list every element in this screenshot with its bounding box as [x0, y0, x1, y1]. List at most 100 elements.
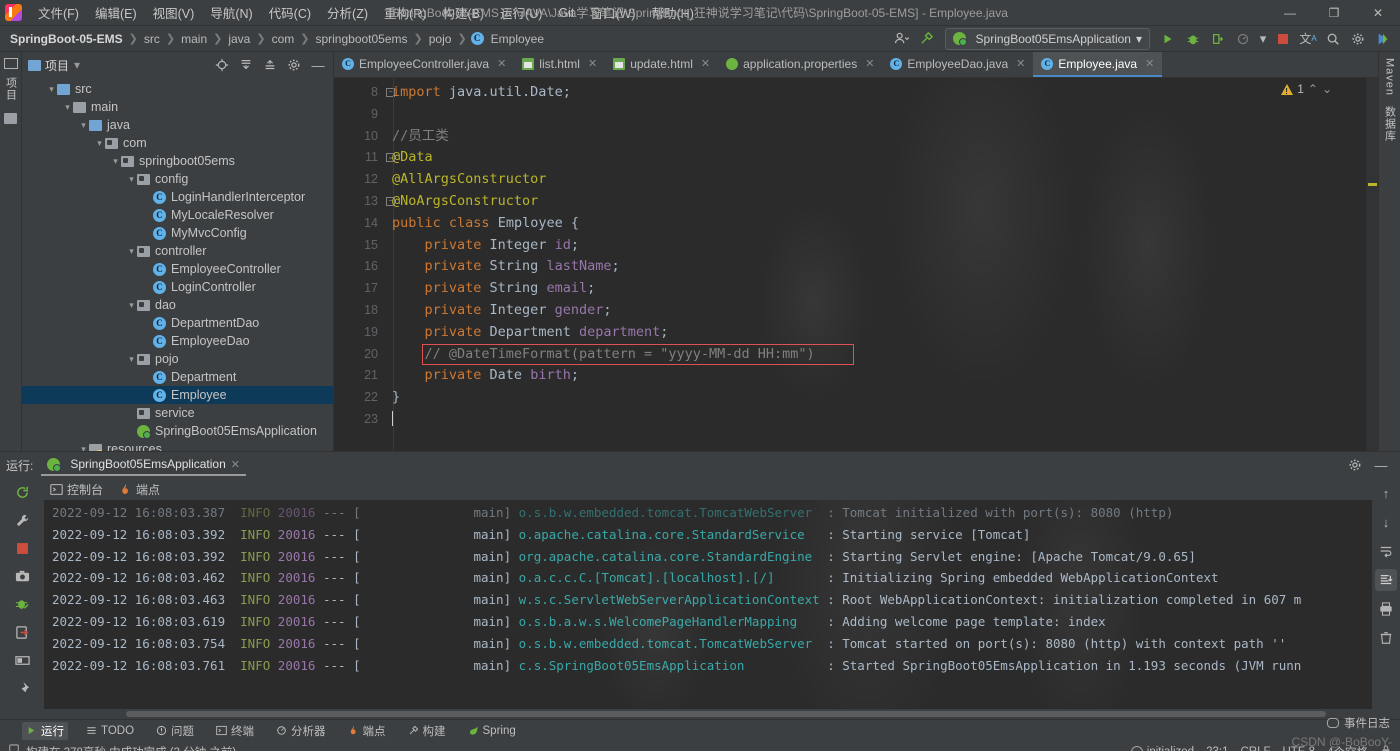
chevron-down-icon[interactable]: ▾ [126, 300, 137, 311]
code-line[interactable]: import java.util.Date; [386, 82, 1378, 104]
code-line[interactable]: @NoArgsConstructor [386, 191, 1378, 213]
tree-node-dao[interactable]: ▾ dao [22, 296, 333, 314]
close-icon[interactable]: ✕ [865, 57, 874, 70]
tree-node-loginhandlerinterceptor[interactable]: C LoginHandlerInterceptor [22, 188, 333, 206]
breadcrumb-com[interactable]: com [270, 32, 297, 46]
tab-endpoints[interactable]: 端点 [119, 481, 160, 498]
menu-item-run[interactable]: 运行(U) [492, 0, 550, 25]
close-icon[interactable]: ✕ [497, 57, 506, 70]
chevron-down-icon[interactable]: ▾ [126, 354, 137, 365]
lock-icon[interactable] [1380, 744, 1392, 751]
tree-node-service[interactable]: service [22, 404, 333, 422]
ide-feature-icon[interactable] [1372, 28, 1394, 50]
menu-item-help[interactable]: 帮助(H) [644, 0, 702, 25]
tree-node-config[interactable]: ▾ config [22, 170, 333, 188]
console-horizontal-scrollbar[interactable] [44, 709, 1372, 719]
menu-item-code[interactable]: 代码(C) [261, 0, 319, 25]
settings-gear-icon[interactable] [1344, 454, 1366, 476]
editor-tab-employeedao-java[interactable]: C EmployeeDao.java ✕ [882, 52, 1033, 77]
code-line[interactable] [386, 409, 1378, 431]
menu-item-view[interactable]: 视图(V) [145, 0, 203, 25]
tool-window-问题[interactable]: 问题 [152, 722, 198, 740]
minimize-button[interactable]: — [1268, 0, 1312, 26]
tree-node-employeedao[interactable]: C EmployeeDao [22, 332, 333, 350]
tree-node-mymvcconfig[interactable]: C MyMvcConfig [22, 224, 333, 242]
file-encoding[interactable]: UTF-8 [1283, 746, 1316, 751]
hide-panel-icon[interactable]: — [1370, 454, 1392, 476]
layout-icon[interactable] [11, 649, 33, 671]
code-line[interactable]: } [386, 387, 1378, 409]
export-icon[interactable] [11, 621, 33, 643]
code-line[interactable]: private Integer id; [386, 235, 1378, 257]
rerun-icon[interactable] [11, 481, 33, 503]
code-editor[interactable]: 8− 9 10 11 ⌄ 12 13− 14 15 16 17 18 19 20 21 22 23 import… [334, 78, 1378, 451]
chevron-down-icon[interactable]: ▾ [46, 84, 57, 95]
tree-node-main[interactable]: ▾ main [22, 98, 333, 116]
code-text[interactable]: import java.util.Date; //员工类 @Data @AllArgs… [386, 78, 1378, 451]
breadcrumb-main[interactable]: main [179, 32, 209, 46]
tree-node-logincontroller[interactable]: C LoginController [22, 278, 333, 296]
initialized-status[interactable]: initialized [1130, 746, 1194, 751]
caret-position[interactable]: 23:1 [1206, 746, 1228, 751]
settings-gear-icon[interactable] [1347, 28, 1369, 50]
editor-marker-strip[interactable] [1366, 78, 1378, 451]
close-button[interactable]: ✕ [1356, 0, 1400, 26]
inspection-widget[interactable]: 1 ⌃ ⌄ [1281, 82, 1332, 96]
menu-item-window[interactable]: 窗口(W) [582, 0, 643, 25]
tree-node-src[interactable]: ▾ src [22, 80, 333, 98]
build-hammer-icon[interactable] [916, 28, 938, 50]
menu-item-refactor[interactable]: 重构(R) [376, 0, 434, 25]
tree-node-departmentdao[interactable]: C DepartmentDao [22, 314, 333, 332]
run-coverage-icon[interactable] [1207, 28, 1229, 50]
tree-node-springboot05ems[interactable]: ▾ springboot05ems [22, 152, 333, 170]
maximize-button[interactable]: ❐ [1312, 0, 1356, 26]
right-rail-label-database[interactable]: 数据库 [1382, 106, 1398, 142]
editor-tab-employee-java[interactable]: C Employee.java ✕ [1033, 52, 1163, 77]
hide-panel-icon[interactable]: — [307, 54, 329, 76]
debug-attach-icon[interactable] [11, 593, 33, 615]
scroll-down-icon[interactable]: ↓ [1375, 511, 1397, 533]
tool-window-端点[interactable]: 端点 [344, 722, 390, 740]
tree-node-resources[interactable]: ▾ resources [22, 440, 333, 451]
wrench-icon[interactable] [11, 509, 33, 531]
line-separator[interactable]: CRLF [1240, 746, 1270, 751]
tree-node-springboot05emsapplication[interactable]: SpringBoot05EmsApplication [22, 422, 333, 440]
tree-node-department[interactable]: C Department [22, 368, 333, 386]
breadcrumb-pojo[interactable]: pojo [427, 32, 454, 46]
tool-window-TODO[interactable]: TODO [82, 724, 138, 738]
code-line[interactable]: private Integer gender; [386, 300, 1378, 322]
code-line[interactable]: //员工类 [386, 126, 1378, 148]
collapse-all-icon[interactable] [259, 54, 281, 76]
indent-size[interactable]: 4个空格 [1327, 744, 1368, 751]
editor-tab-update-html[interactable]: update.html ✕ [605, 52, 718, 77]
stop-icon[interactable] [1272, 28, 1294, 50]
prev-problem-icon[interactable]: ⌃ [1308, 82, 1318, 96]
translate-icon[interactable]: 文A [1297, 28, 1319, 50]
project-tree[interactable]: ▾ src ▾ main ▾ java ▾ com ▾ springboot05ems ▾ confi… [22, 78, 333, 451]
user-settings-icon[interactable] [891, 28, 913, 50]
tree-node-pojo[interactable]: ▾ pojo [22, 350, 333, 368]
breadcrumb-java[interactable]: java [226, 32, 252, 46]
settings-gear-icon[interactable] [283, 54, 305, 76]
pin-icon[interactable] [11, 677, 33, 699]
profile-icon[interactable] [1232, 28, 1254, 50]
menu-item-analyze[interactable]: 分析(Z) [319, 0, 376, 25]
breadcrumb-springboot05ems[interactable]: springboot05ems [313, 32, 409, 46]
code-line[interactable]: @Data [386, 147, 1378, 169]
chevron-down-icon[interactable]: ▾ [94, 138, 105, 149]
code-line[interactable]: @AllArgsConstructor [386, 169, 1378, 191]
camera-icon[interactable] [11, 565, 33, 587]
tool-window-终端[interactable]: 终端 [212, 722, 258, 740]
print-icon[interactable] [1375, 598, 1397, 620]
profile-dropdown-icon[interactable]: ▾ [1257, 28, 1269, 50]
chevron-down-icon[interactable]: ▾ [62, 102, 73, 113]
stop-icon[interactable] [11, 537, 33, 559]
close-icon[interactable]: ✕ [1145, 57, 1154, 70]
code-line[interactable]: private String lastName; [386, 256, 1378, 278]
close-icon[interactable]: ✕ [588, 57, 597, 70]
chevron-down-icon[interactable]: ▾ [78, 120, 89, 131]
chevron-down-icon[interactable]: ▾ [110, 156, 121, 167]
console-output[interactable]: 2022-09-12 16:08:03.387 INFO 20016 --- [… [44, 500, 1372, 709]
close-icon[interactable]: ✕ [701, 57, 710, 70]
code-line[interactable]: public class Employee { [386, 213, 1378, 235]
